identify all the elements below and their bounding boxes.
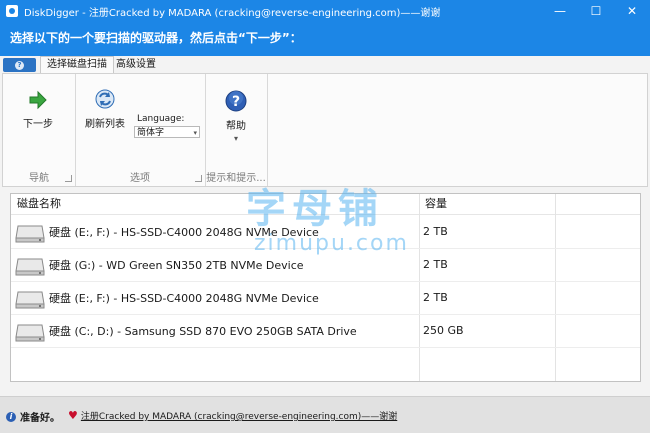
- window-controls: — ☐ ✕: [542, 0, 650, 22]
- green-arrow-right-icon: [29, 90, 47, 110]
- info-icon: i: [6, 411, 16, 422]
- svg-text:?: ?: [232, 94, 240, 110]
- ribbon-tab-row: ? 选择磁盘扫描 高级设置: [0, 56, 650, 73]
- hard-drive-icon: [15, 225, 45, 242]
- drive-name: 硬盘 (E:, F:) - HS-SSD-C4000 2048G NVMe De…: [49, 291, 319, 305]
- registration-link[interactable]: 注册Cracked by MADARA (cracking@reverse-en…: [81, 409, 397, 422]
- language-label: Language:: [137, 114, 185, 124]
- minimize-button[interactable]: —: [542, 0, 578, 22]
- app-menu-icon: ?: [15, 60, 24, 70]
- drive-name: 硬盘 (C:, D:) - Samsung SSD 870 EVO 250GB …: [49, 324, 357, 338]
- help-button-label: 帮助: [226, 121, 246, 132]
- language-select[interactable]: 简体字 ▾: [134, 126, 200, 138]
- heart-icon: ♥: [68, 409, 78, 422]
- window-title: DiskDigger - 注册Cracked by MADARA (cracki…: [24, 7, 441, 19]
- hard-drive-icon: [15, 258, 45, 275]
- drive-capacity: 2 TB: [423, 291, 448, 304]
- help-button[interactable]: ? 帮助 ▾: [214, 90, 258, 143]
- refresh-icon: [95, 89, 115, 109]
- drive-row[interactable]: 硬盘 (C:, D:) - Samsung SSD 870 EVO 250GB …: [11, 314, 640, 348]
- ribbon-group-options: 刷新列表 Language: 简体字 ▾ 选项: [75, 74, 206, 186]
- language-selected-value: 简体字: [137, 128, 165, 138]
- options-group-label: 选项: [130, 173, 150, 184]
- ribbon-group-hints: ? 帮助 ▾ 提示和提示...: [205, 74, 268, 186]
- ribbon-panel: 下一步 导航 刷新列表 Language: 简体字 ▾ 选项 ? 帮助 ▾ 提示…: [2, 73, 648, 187]
- drive-name: 硬盘 (G:) - WD Green SN350 2TB NVMe Device: [49, 258, 304, 272]
- drive-name-cell: 硬盘 (E:, F:) - HS-SSD-C4000 2048G NVMe De…: [11, 281, 419, 314]
- tab-advanced-settings[interactable]: 高级设置: [110, 57, 162, 73]
- hard-drive-icon: [15, 324, 45, 341]
- diskdigger-window: DiskDigger - 注册Cracked by MADARA (cracki…: [0, 0, 650, 433]
- next-button[interactable]: 下一步: [15, 90, 61, 130]
- maximize-button[interactable]: ☐: [578, 0, 614, 22]
- help-icon: ?: [225, 90, 247, 112]
- help-dropdown-icon[interactable]: ▾: [214, 134, 258, 143]
- app-menu-button[interactable]: ?: [3, 58, 36, 72]
- drive-row[interactable]: 硬盘 (E:, F:) - HS-SSD-C4000 2048G NVMe De…: [11, 281, 640, 315]
- close-button[interactable]: ✕: [614, 0, 650, 22]
- hard-drive-icon: [15, 291, 45, 308]
- instruction-text: 选择以下的一个要扫描的驱动器，然后点击“下一步”：: [0, 22, 650, 56]
- options-dialog-launcher-icon[interactable]: [195, 175, 202, 182]
- chevron-down-icon: ▾: [193, 129, 197, 137]
- refresh-list-button[interactable]: 刷新列表: [83, 88, 127, 130]
- registration-link-area: ♥ 注册Cracked by MADARA (cracking@reverse-…: [68, 409, 397, 422]
- refresh-list-label: 刷新列表: [85, 119, 125, 130]
- drive-capacity: 2 TB: [423, 225, 448, 238]
- drive-capacity: 2 TB: [423, 258, 448, 271]
- app-icon: [6, 5, 18, 17]
- title-bar[interactable]: DiskDigger - 注册Cracked by MADARA (cracki…: [0, 0, 650, 22]
- ribbon-group-nav: 下一步 导航: [3, 74, 76, 186]
- tab-select-disk[interactable]: 选择磁盘扫描: [40, 56, 114, 73]
- status-bar: i 准备好。 ♥ 注册Cracked by MADARA (cracking@r…: [0, 396, 650, 433]
- watermark-text: 字母铺: [246, 186, 384, 232]
- next-button-label: 下一步: [23, 119, 53, 130]
- watermark-url: zimupu.com: [254, 231, 409, 256]
- status-ready-text: 准备好。: [20, 413, 60, 424]
- drive-capacity: 250 GB: [423, 324, 464, 337]
- column-header-capacity[interactable]: 容量: [419, 194, 555, 214]
- nav-dialog-launcher-icon[interactable]: [65, 175, 72, 182]
- status-ready: i 准备好。: [6, 409, 60, 424]
- drive-name-cell: 硬盘 (C:, D:) - Samsung SSD 870 EVO 250GB …: [11, 314, 419, 347]
